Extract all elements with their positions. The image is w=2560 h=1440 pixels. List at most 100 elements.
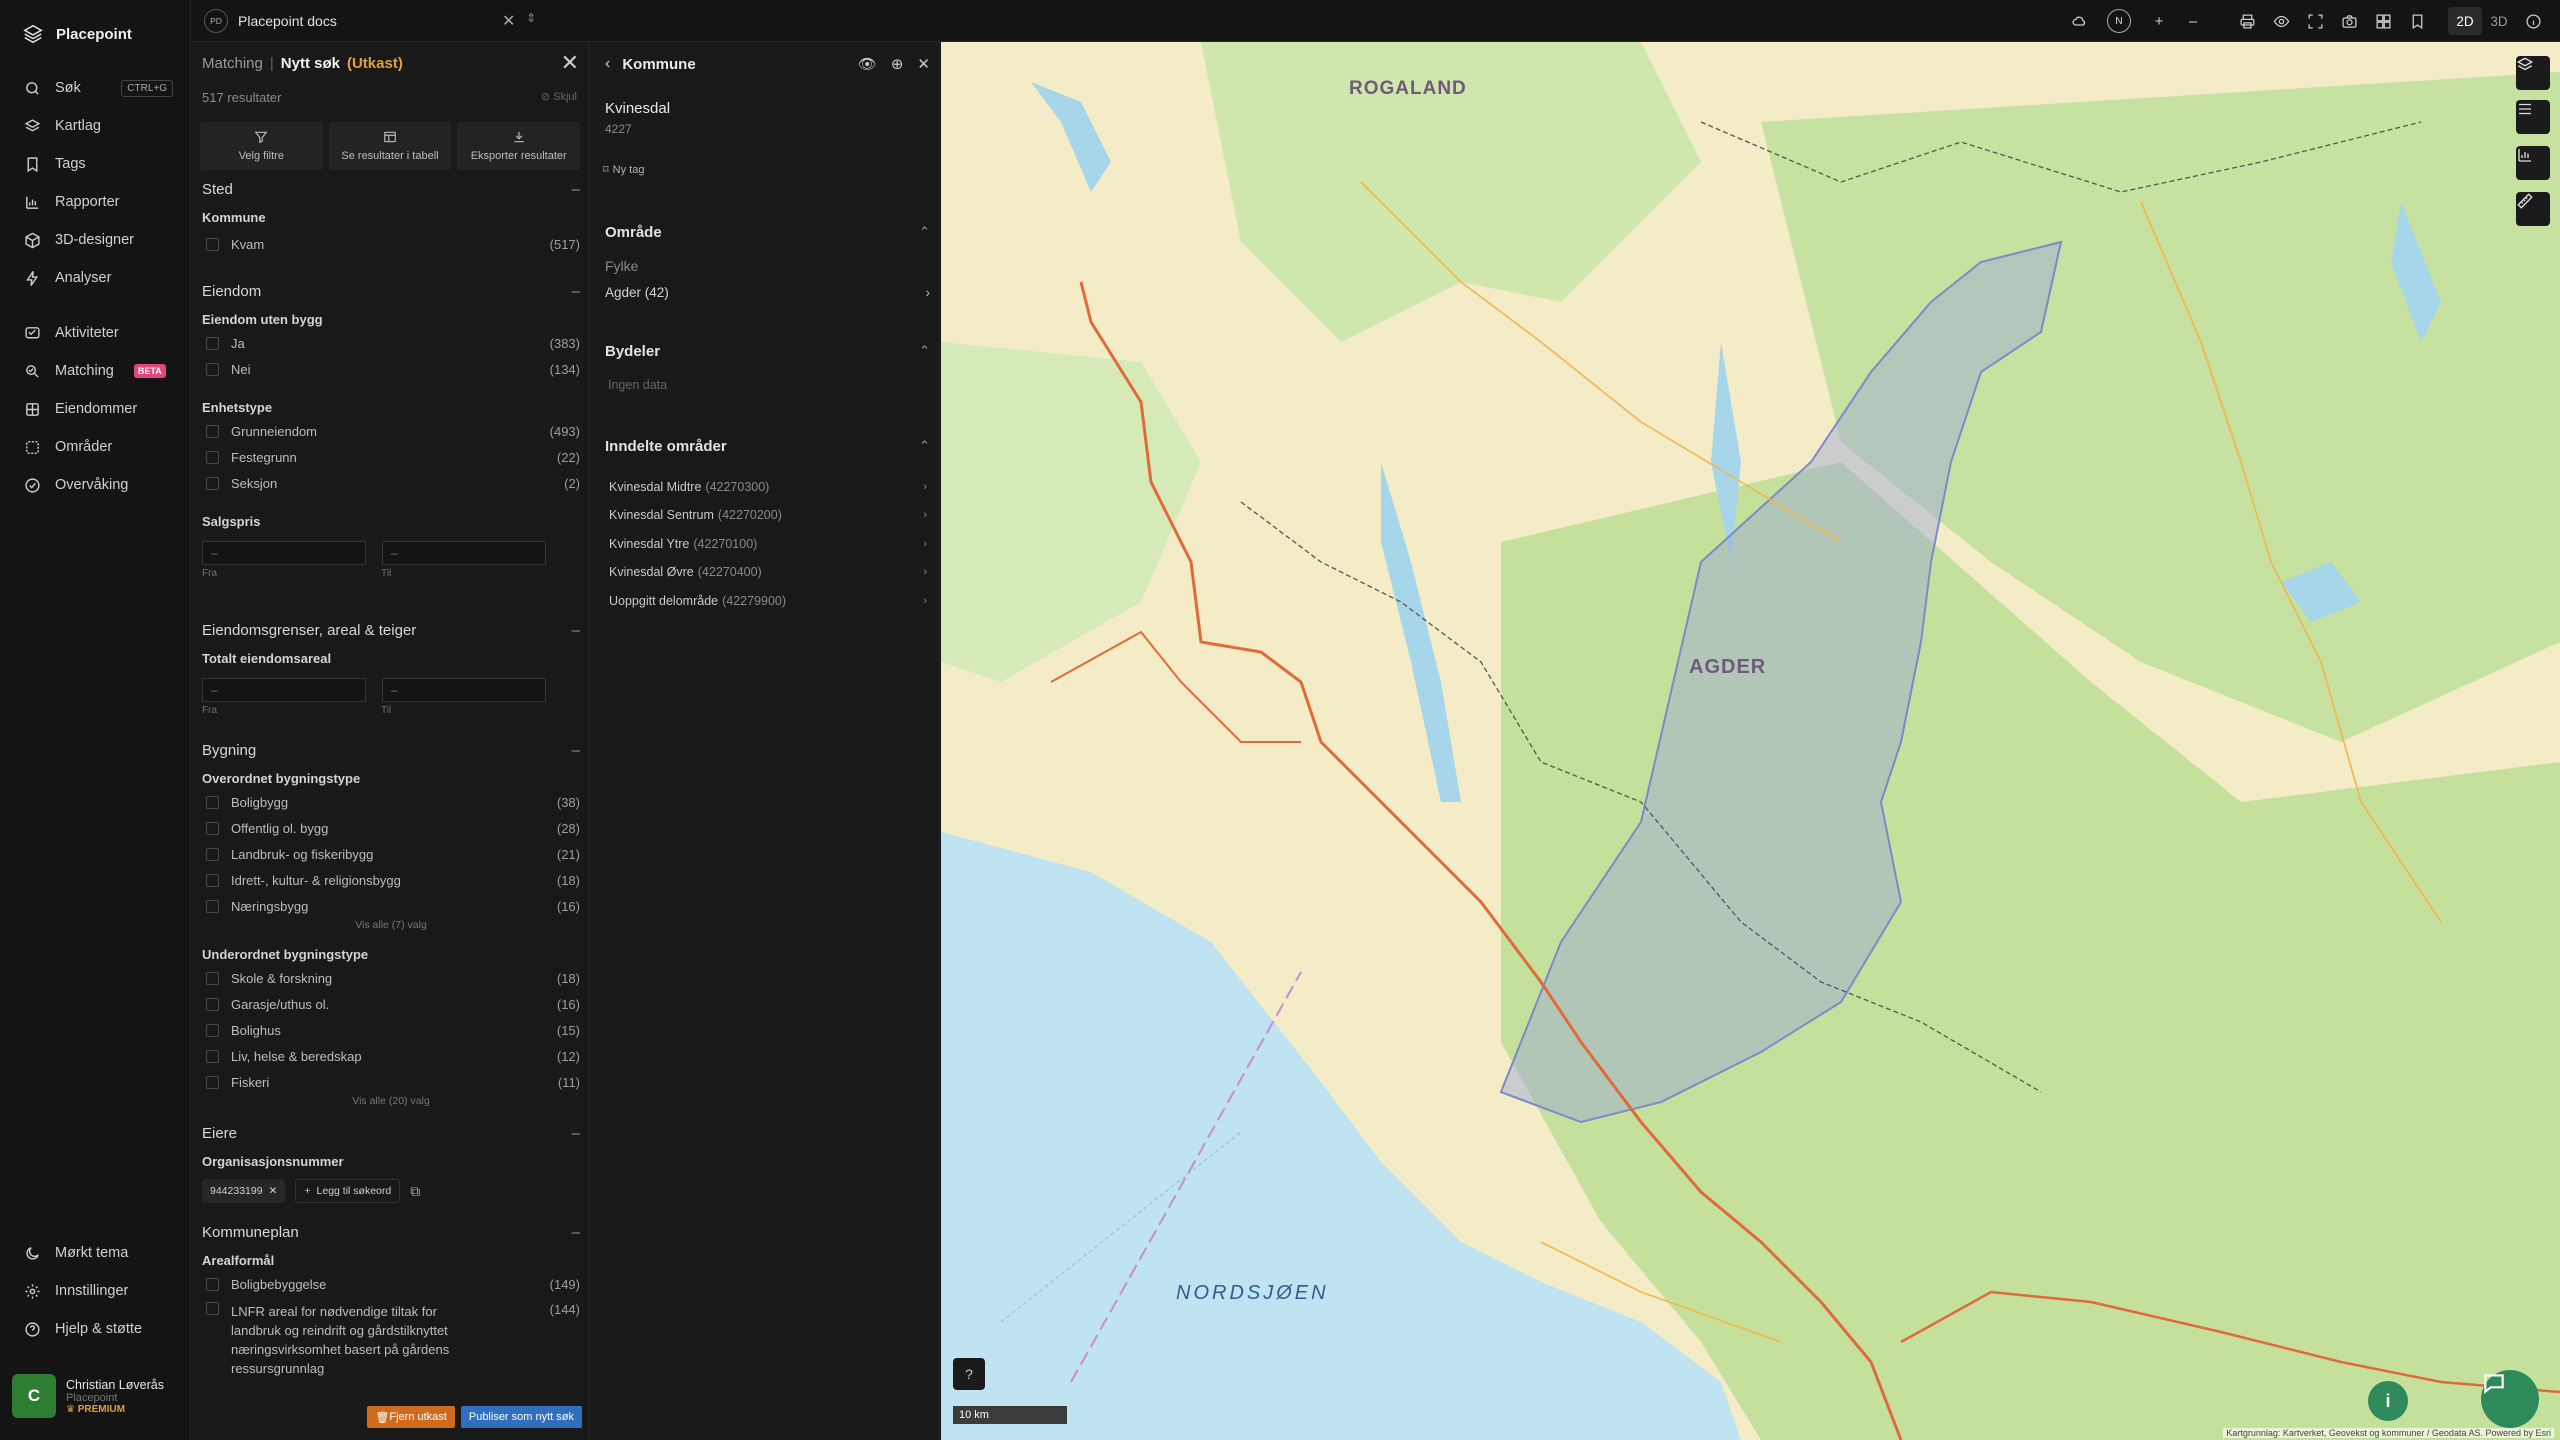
camera-icon[interactable] [2332,6,2366,36]
area-row[interactable]: Kvinesdal Øvre (42270400) › [609,558,927,586]
section-header[interactable]: Sted – [202,181,580,198]
nav-item-matching[interactable]: Matching BETA [0,352,191,390]
section-header[interactable]: Eiere – [202,1125,580,1142]
area-row[interactable]: Uoppgitt delområde (42279900) › [609,587,927,615]
weather-icon[interactable] [2062,6,2096,36]
section-omrade[interactable]: Område ⌃ [605,224,930,241]
section-bydeler[interactable]: Bydeler ⌃ [605,343,930,360]
breadcrumb-matching[interactable]: Matching [202,55,263,72]
checkbox[interactable] [206,476,219,490]
nav-item-kartlag[interactable]: Kartlag [0,107,191,145]
area-row[interactable]: Kvinesdal Ytre (42270100) › [609,530,927,558]
close-icon[interactable]: ✕ [502,11,515,31]
document-selector[interactable]: PD Placepoint docs ✕ ⇕ [204,7,542,35]
checkbox[interactable] [206,1277,219,1291]
checkbox[interactable] [206,873,219,887]
sort-chevrons-icon[interactable]: ⇕ [526,11,536,25]
checkbox[interactable] [206,899,219,913]
print-icon[interactable] [2230,6,2264,36]
chat-button[interactable] [2481,1370,2539,1428]
area-to-input[interactable] [382,678,546,702]
filter-option[interactable]: Nei (134) [202,356,580,382]
checkbox[interactable] [206,424,219,438]
nav-item-rapporter[interactable]: Rapporter [0,183,191,221]
filter-option[interactable]: Festegrunn (22) [202,444,580,470]
nav-item-tags[interactable]: Tags [0,145,191,183]
map-legend-button[interactable] [2516,100,2550,134]
collapse-icon[interactable]: – [572,283,580,300]
chevron-up-icon[interactable]: ⌃ [919,224,930,241]
map-canvas[interactable]: ROGALAND AGDER NORDSJØEN ? 10 km i Kartg… [941,42,2560,1440]
choose-filters-button[interactable]: Velg filtre [200,122,323,170]
nav-item-overvaking[interactable]: Overvåking [0,466,191,504]
checkbox[interactable] [206,1049,219,1063]
filter-option[interactable]: Bolighus (15) [202,1017,580,1043]
fullscreen-icon[interactable] [2298,6,2332,36]
section-inndelte-omrader[interactable]: Inndelte områder ⌃ [605,438,930,455]
filter-option[interactable]: Næringsbygg (16) [202,893,580,919]
filter-option[interactable]: Liv, helse & beredskap (12) [202,1043,580,1069]
eye-icon[interactable] [2264,6,2298,36]
area-row[interactable]: Kvinesdal Midtre (42270300) › [609,473,927,501]
collapse-icon[interactable]: – [572,1125,580,1142]
bookmark-icon[interactable] [2400,6,2434,36]
nav-item-aktiviteter[interactable]: Aktiviteter [0,314,191,352]
info-button[interactable]: i [2368,1381,2408,1421]
view-table-button[interactable]: Se resultater i tabell [328,122,452,170]
filter-option[interactable]: Kvam (517) [202,231,580,257]
fylke-row[interactable]: Agder (42) › [605,285,930,300]
nav-item-analyser[interactable]: Analyser [0,259,191,297]
close-icon[interactable]: ✕ [917,55,930,73]
map-stats-button[interactable] [2516,146,2550,180]
info-icon[interactable] [2516,6,2550,36]
filter-option[interactable]: Landbruk- og fiskeribygg (21) [202,841,580,867]
filter-option[interactable]: Boligbygg (38) [202,789,580,815]
checkbox[interactable] [206,450,219,464]
nav-item-settings[interactable]: Innstillinger [0,1272,191,1310]
checkbox[interactable] [206,997,219,1011]
checkbox[interactable] [206,847,219,861]
checkbox[interactable] [206,1075,219,1089]
zoom-in-icon[interactable]: + [2142,6,2176,36]
section-header[interactable]: Eiendomsgrenser, areal & teiger – [202,622,580,639]
brand[interactable]: Placepoint [22,22,132,46]
grid-icon[interactable] [2366,6,2400,36]
remove-draft-button[interactable]: 🗑 Fjern utkast [367,1406,455,1428]
chevron-up-icon[interactable]: ⌃ [919,438,930,455]
checkbox[interactable] [206,821,219,835]
nav-item-omrader[interactable]: Områder [0,428,191,466]
publish-search-button[interactable]: Publiser som nytt søk [460,1406,582,1428]
area-from-input[interactable] [202,678,366,702]
copy-icon[interactable]: ⧉ [410,1183,420,1200]
map-measure-button[interactable] [2516,192,2550,226]
collapse-icon[interactable]: – [572,1224,580,1241]
mode-3d-button[interactable]: 3D [2482,7,2516,35]
checkbox[interactable] [206,336,219,350]
user-card[interactable]: C Christian Løverås Placepoint ♛ PREMIUM [12,1370,182,1422]
checkbox[interactable] [206,1023,219,1037]
price-to-input[interactable] [382,541,546,565]
area-row[interactable]: Kvinesdal Sentrum (42270200) › [609,501,927,529]
add-search-term-button[interactable]: + Legg til søkeord [295,1179,401,1203]
map-layers-button[interactable] [2516,56,2550,90]
filter-option[interactable]: Fiskeri (11) [202,1069,580,1095]
show-all-link[interactable]: Vis alle (20) valg [202,1095,580,1111]
checkbox[interactable] [206,795,219,809]
checkbox[interactable] [206,1302,219,1315]
hide-toggle[interactable]: ⊘ Skjul [541,90,577,103]
section-header[interactable]: Eiendom – [202,283,580,300]
compass-button[interactable]: N [2096,6,2142,36]
collapse-icon[interactable]: – [572,181,580,198]
zoom-out-icon[interactable]: – [2176,6,2210,36]
filter-option[interactable]: LNFR areal for nødvendige tiltak for lan… [202,1297,580,1378]
filter-option[interactable]: Garasje/uthus ol. (16) [202,991,580,1017]
nav-item-help[interactable]: Hjelp & støtte [0,1310,191,1348]
nav-item-3d-designer[interactable]: 3D-designer [0,221,191,259]
filter-option[interactable]: Ja (383) [202,330,580,356]
filter-option[interactable]: Skole & forskning (18) [202,965,580,991]
checkbox[interactable] [206,362,219,376]
checkbox[interactable] [206,971,219,985]
checkbox[interactable] [206,237,219,251]
nav-item-eiendommer[interactable]: Eiendommer [0,390,191,428]
target-icon[interactable]: ⊕ [891,55,904,73]
